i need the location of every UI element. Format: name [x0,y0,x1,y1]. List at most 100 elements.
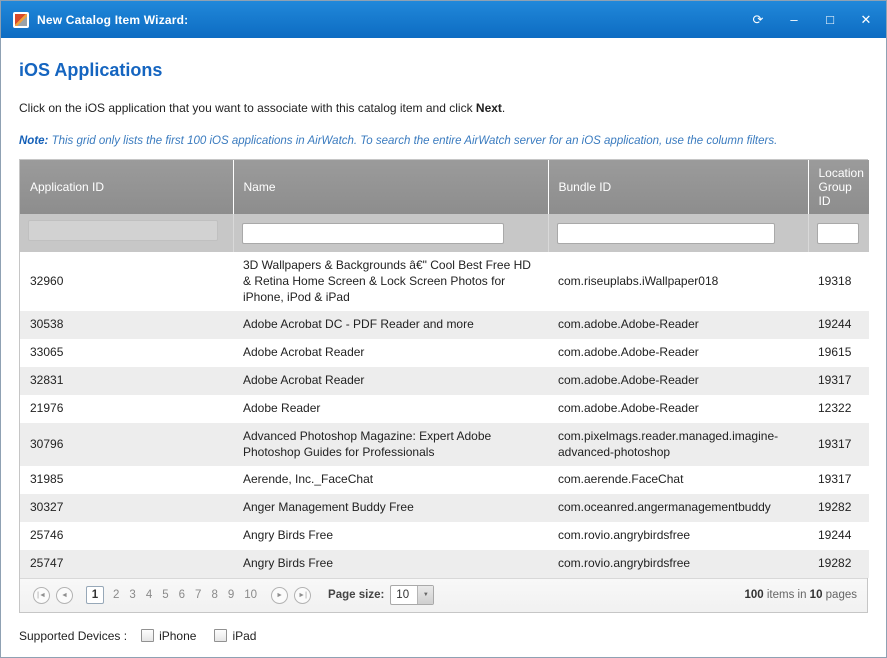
cell-application-id: 32960 [20,252,233,311]
cell-bundle-id: com.adobe.Adobe-Reader [548,339,808,367]
cell-location-group-id: 19317 [808,367,869,395]
iphone-checkbox[interactable] [141,629,154,642]
cell-application-id: 30538 [20,311,233,339]
table-row[interactable]: 30538Adobe Acrobat DC - PDF Reader and m… [20,311,869,339]
cell-location-group-id: 19282 [808,550,869,578]
table-row[interactable]: 30327Anger Management Buddy Freecom.ocea… [20,494,869,522]
ipad-checkbox[interactable] [214,629,227,642]
page-size-control: Page size: 10 ▼ [328,585,434,605]
column-header-application-id[interactable]: Application ID [20,160,233,214]
table-row[interactable]: 25746Angry Birds Freecom.rovio.angrybird… [20,522,869,550]
last-page-button[interactable]: ►| [294,587,311,604]
ipad-label: iPad [232,629,256,643]
filter-bundle-id-input[interactable] [557,223,775,244]
instruction-before: Click on the iOS application that you wa… [19,101,476,115]
pager-summary: 100 items in 10 pages [744,589,857,601]
page-number-10[interactable]: 10 [244,589,257,601]
cell-name: 3D Wallpapers & Backgrounds â€" Cool Bes… [233,252,548,311]
cell-bundle-id: com.adobe.Adobe-Reader [548,395,808,423]
window-controls: ⟳ – □ ✕ [750,13,874,26]
cell-location-group-id: 19282 [808,494,869,522]
applications-table: Application ID Name Bundle ID Location G… [20,160,869,578]
summary-end: pages [822,589,857,601]
cell-name: Angry Birds Free [233,522,548,550]
cell-name: Adobe Acrobat Reader [233,367,548,395]
first-page-button[interactable]: |◄ [33,587,50,604]
note-body: This grid only lists the first 100 iOS a… [48,135,777,147]
cell-location-group-id: 19317 [808,466,869,494]
maximize-icon[interactable]: □ [822,13,838,26]
filter-application-id-input[interactable] [28,220,218,241]
column-header-location-group-id[interactable]: Location Group ID [808,160,869,214]
table-row[interactable]: 21976Adobe Readercom.adobe.Adobe-Reader1… [20,395,869,423]
supported-devices-row: Supported Devices : iPhone iPad [19,629,868,643]
table-row[interactable]: 33065Adobe Acrobat Readercom.adobe.Adobe… [20,339,869,367]
table-row[interactable]: 329603D Wallpapers & Backgrounds â€" Coo… [20,252,869,311]
table-row[interactable]: 32831Adobe Acrobat Readercom.adobe.Adobe… [20,367,869,395]
cell-bundle-id: com.adobe.Adobe-Reader [548,311,808,339]
column-header-name[interactable]: Name [233,160,548,214]
summary-mid: items in [764,589,810,601]
applications-grid: Application ID Name Bundle ID Location G… [19,159,868,613]
prev-page-button[interactable]: ◄ [56,587,73,604]
table-row[interactable]: 25747Angry Birds Freecom.rovio.angrybird… [20,550,869,578]
cell-name: Adobe Acrobat Reader [233,339,548,367]
filter-name-input[interactable] [242,223,504,244]
cell-location-group-id: 19244 [808,311,869,339]
page-number-1[interactable]: 1 [86,586,104,604]
minimize-icon[interactable]: – [786,13,802,26]
page-size-value: 10 [391,586,417,604]
chevron-down-icon[interactable]: ▼ [417,586,433,604]
window-title: New Catalog Item Wizard: [37,13,188,27]
title-bar: New Catalog Item Wizard: ⟳ – □ ✕ [1,1,886,38]
column-header-bundle-id[interactable]: Bundle ID [548,160,808,214]
wizard-footer: Supported Devices : iPhone iPad Back Nex… [1,613,886,658]
cell-bundle-id: com.oceanred.angermanagementbuddy [548,494,808,522]
table-row[interactable]: 30796Advanced Photoshop Magazine: Expert… [20,423,869,467]
cell-name: Anger Management Buddy Free [233,494,548,522]
instruction-bold: Next [476,101,502,115]
pages-count: 10 [810,589,823,601]
cell-application-id: 32831 [20,367,233,395]
close-icon[interactable]: ✕ [858,13,874,26]
page-number-7[interactable]: 7 [195,589,201,601]
page-number-5[interactable]: 5 [162,589,168,601]
instruction-after: . [502,101,505,115]
page-number-6[interactable]: 6 [179,589,185,601]
cell-bundle-id: com.aerende.FaceChat [548,466,808,494]
page-number-2[interactable]: 2 [113,589,119,601]
note-label: Note: [19,135,48,147]
cell-application-id: 25747 [20,550,233,578]
wizard-window: New Catalog Item Wizard: ⟳ – □ ✕ iOS App… [0,0,887,658]
wizard-body: iOS Applications Click on the iOS applic… [1,38,886,613]
cell-application-id: 25746 [20,522,233,550]
page-number-4[interactable]: 4 [146,589,152,601]
cell-name: Adobe Acrobat DC - PDF Reader and more [233,311,548,339]
page-number-8[interactable]: 8 [211,589,217,601]
cell-bundle-id: com.rovio.angrybirdsfree [548,522,808,550]
iphone-label: iPhone [159,629,196,643]
page-size-select[interactable]: 10 ▼ [390,585,434,605]
cell-bundle-id: com.riseuplabs.iWallpaper018 [548,252,808,311]
cell-application-id: 21976 [20,395,233,423]
cell-bundle-id: com.adobe.Adobe-Reader [548,367,808,395]
cell-name: Angry Birds Free [233,550,548,578]
next-page-button[interactable]: ► [271,587,288,604]
page-number-9[interactable]: 9 [228,589,234,601]
page-title: iOS Applications [19,60,868,81]
supported-devices-label: Supported Devices : [19,629,127,643]
page-size-label: Page size: [328,589,384,601]
cell-application-id: 31985 [20,466,233,494]
iphone-option: iPhone [141,629,196,643]
filter-row [20,214,869,252]
cell-location-group-id: 12322 [808,395,869,423]
page-number-3[interactable]: 3 [129,589,135,601]
table-row[interactable]: 31985Aerende, Inc._FaceChatcom.aerende.F… [20,466,869,494]
ipad-option: iPad [214,629,256,643]
page-numbers: 123456789 10 [82,586,262,604]
refresh-icon[interactable]: ⟳ [750,13,766,26]
app-table-body: 329603D Wallpapers & Backgrounds â€" Coo… [20,252,869,578]
cell-application-id: 33065 [20,339,233,367]
instruction-text: Click on the iOS application that you wa… [19,101,868,115]
filter-location-group-id-input[interactable] [817,223,859,244]
